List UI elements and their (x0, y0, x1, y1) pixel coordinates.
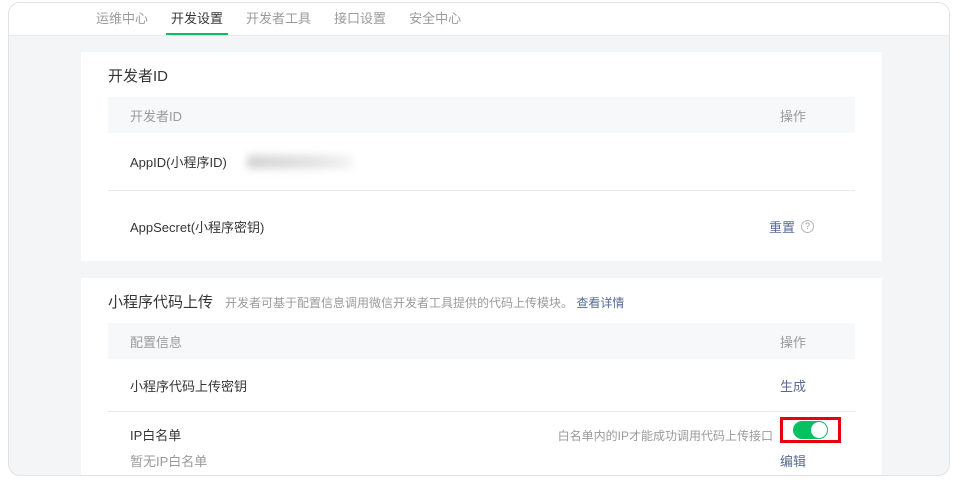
appid-value-redacted (247, 155, 352, 169)
code-upload-description: 开发者可基于配置信息调用微信开发者工具提供的代码上传模块。 查看详情 (225, 294, 624, 311)
code-upload-description-text: 开发者可基于配置信息调用微信开发者工具提供的代码上传模块。 (225, 296, 573, 310)
column-operation: 操作 (780, 106, 806, 125)
appsecret-row: AppSecret(小程序密钥) 重置 ? (81, 191, 882, 261)
code-upload-title: 小程序代码上传 (108, 291, 213, 312)
tab-security-center[interactable]: 安全中心 (404, 3, 466, 35)
config-table-header: 配置信息 操作 (108, 323, 855, 359)
ip-whitelist-empty-text: 暂无IP白名单 (130, 451, 207, 470)
help-icon[interactable]: ? (801, 220, 814, 233)
tab-developer-tools[interactable]: 开发者工具 (241, 3, 316, 35)
developer-id-card: 开发者ID 开发者ID 操作 AppID(小程序ID) AppSecret(小程… (81, 52, 882, 261)
ip-whitelist-label: IP白名单 (130, 425, 181, 444)
appsecret-label: AppSecret(小程序密钥) (130, 217, 264, 236)
toggle-knob-icon (811, 422, 827, 438)
reset-appsecret-link[interactable]: 重置 (769, 217, 795, 236)
ip-whitelist-hint: 白名单内的IP才能成功调用代码上传接口 (558, 427, 773, 444)
column-operation: 操作 (780, 332, 806, 351)
upload-key-label: 小程序代码上传密钥 (130, 376, 247, 395)
tab-operations-center[interactable]: 运维中心 (91, 3, 153, 35)
annotation-highlight-box (780, 417, 841, 443)
settings-tabbar: 运维中心 开发设置 开发者工具 接口设置 安全中心 (9, 3, 949, 36)
upload-key-row: 小程序代码上传密钥 生成 (81, 359, 882, 411)
column-config-info: 配置信息 (130, 332, 182, 351)
developer-id-table-header: 开发者ID 操作 (108, 97, 855, 133)
ip-whitelist-row: IP白名单 暂无IP白名单 白名单内的IP才能成功调用代码上传接口 编辑 (81, 412, 882, 476)
column-developer-id: 开发者ID (130, 106, 182, 125)
view-details-link[interactable]: 查看详情 (576, 296, 624, 310)
settings-content: 开发者ID 开发者ID 操作 AppID(小程序ID) AppSecret(小程… (9, 36, 949, 476)
tab-api-settings[interactable]: 接口设置 (329, 3, 391, 35)
tab-development-settings[interactable]: 开发设置 (166, 3, 228, 35)
code-upload-card: 小程序代码上传 开发者可基于配置信息调用微信开发者工具提供的代码上传模块。 查看… (81, 278, 882, 476)
console-window: 运维中心 开发设置 开发者工具 接口设置 安全中心 开发者ID 开发者ID 操作… (8, 2, 950, 476)
developer-id-title: 开发者ID (108, 65, 168, 86)
appid-label: AppID(小程序ID) (130, 152, 227, 171)
ip-whitelist-toggle[interactable] (793, 421, 828, 439)
appid-row: AppID(小程序ID) (81, 133, 882, 190)
edit-ip-whitelist-link[interactable]: 编辑 (780, 451, 806, 470)
generate-key-link[interactable]: 生成 (780, 376, 806, 395)
